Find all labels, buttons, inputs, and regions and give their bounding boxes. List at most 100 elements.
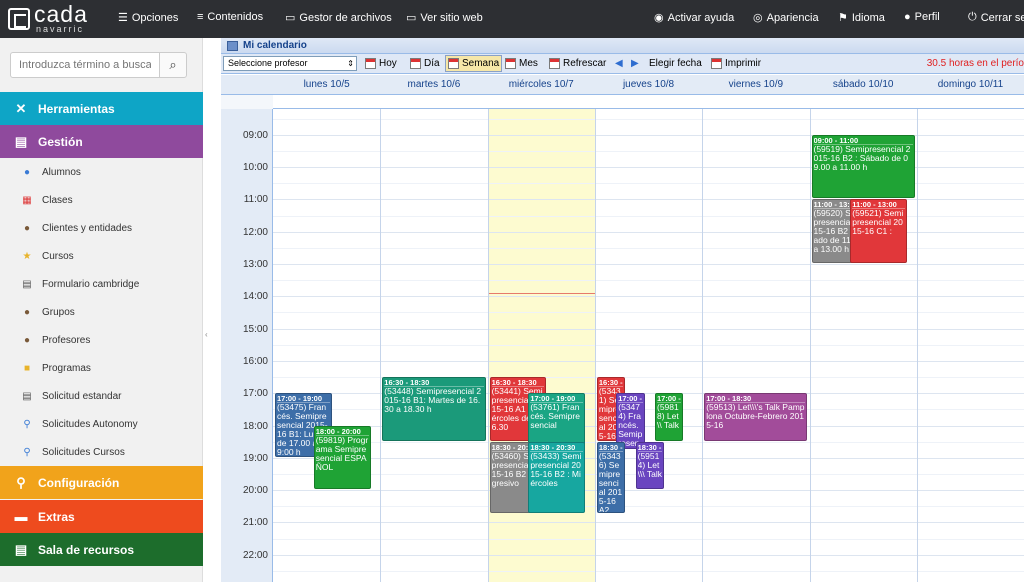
- hour-gridline: [273, 490, 1024, 492]
- profesor-select-value: Seleccione profesor: [228, 58, 308, 68]
- sidebar-item-grupos[interactable]: ● Grupos: [0, 298, 203, 326]
- calendar-event[interactable]: 17:00 - 18:30(59818) Let\\ Talk: [655, 393, 684, 441]
- section-extras[interactable]: ▬ Extras: [0, 500, 203, 533]
- calendar-event[interactable]: 18:00 - 20:00 (59819) Programa Semipresen…: [313, 425, 371, 490]
- calendar-title: Mi calendario: [243, 40, 307, 51]
- next-week-button[interactable]: ▶: [629, 55, 641, 72]
- tools-icon: ✕: [15, 100, 27, 116]
- day-header[interactable]: miércoles 10/7: [488, 75, 595, 95]
- sidebar-item-label: Cursos: [42, 250, 74, 262]
- collapse-sidebar-icon[interactable]: ‹: [205, 330, 208, 339]
- folder-icon: ■: [23, 362, 31, 374]
- cada-logo[interactable]: cada navarric: [8, 1, 94, 34]
- sidebar: ⌕ ✕ Herramientas ▤ Gestión ● Alumnos ▦ Clase…: [0, 38, 203, 582]
- profesor-select[interactable]: Seleccione profesor ⇕: [223, 56, 357, 71]
- section-label: Gestión: [38, 134, 83, 149]
- calendar-icon: [227, 41, 238, 51]
- day-header[interactable]: viernes 10/9: [702, 75, 809, 95]
- calendar-event[interactable]: 18:30 - 20:30 (53433) Semipresencial 2015…: [528, 441, 586, 514]
- event-time: 11:00 - 13:00: [852, 200, 906, 210]
- sidebar-item-label: Clases: [42, 194, 73, 206]
- menu-activar-ayuda[interactable]: ◉ Activar ayuda: [654, 11, 735, 25]
- hour-label: 18:00: [242, 420, 268, 432]
- button-label: Elegir fecha: [649, 58, 702, 69]
- imprimir-button[interactable]: Imprimir: [709, 55, 763, 72]
- hours-warning: 30.5 horas en el perío: [926, 58, 1024, 69]
- sidebar-item-solicitudes-cursos[interactable]: ⚲ Solicitudes Cursos: [0, 438, 203, 466]
- event-time: 18:00 - 20:00: [315, 427, 369, 436]
- refrescar-button[interactable]: Refrescar: [547, 55, 608, 72]
- hour-label: 12:00: [242, 226, 268, 238]
- calendar-toolbar: Seleccione profesor ⇕ Hoy Día Semana Mes …: [221, 54, 1024, 74]
- dia-button[interactable]: Día: [408, 55, 442, 72]
- day-divider: [594, 109, 596, 582]
- calendar-event[interactable]: 18:30 - 20:00(59514) Let\\\ Talk: [635, 441, 665, 490]
- menu-perfil[interactable]: ● Perfil: [904, 11, 940, 23]
- refresh-icon: [549, 58, 560, 69]
- section-gestion[interactable]: ▤ Gestión: [0, 125, 203, 158]
- section-sala-de-recursos[interactable]: ▤ Sala de recursos: [0, 533, 203, 566]
- button-label: Mes: [519, 58, 538, 69]
- calendar-event[interactable]: 17:00 - 18:45(53474) Francés. Semipresen…: [616, 393, 645, 449]
- day-header[interactable]: lunes 10/5: [273, 75, 380, 95]
- hour-gridline: [273, 312, 1024, 314]
- menu-opciones[interactable]: ☰ Opciones: [118, 11, 178, 25]
- sidebar-item-profesores[interactable]: ● Profesores: [0, 326, 203, 354]
- prev-week-button[interactable]: ◀: [613, 55, 625, 72]
- section-herramientas[interactable]: ✕ Herramientas: [0, 92, 203, 125]
- sidebar-item-clases[interactable]: ▦ Clases: [0, 186, 203, 214]
- sidebar-item-label: Solicitudes Autonomy: [42, 418, 138, 430]
- day-header[interactable]: domingo 10/11: [917, 75, 1024, 95]
- hour-gridline: [273, 199, 1024, 201]
- menu-idioma[interactable]: ⚑ Idioma: [838, 11, 885, 25]
- hour-gridline: [273, 360, 1024, 362]
- hour-label: 19:00: [242, 452, 268, 464]
- chat-icon: ▬: [14, 509, 28, 524]
- elegir-fecha-button[interactable]: Elegir fecha: [647, 55, 704, 72]
- sidebar-item-solicitudes-autonomy[interactable]: ⚲ Solicitudes Autonomy: [0, 410, 203, 438]
- sidebar-item-cursos[interactable]: ★ Cursos: [0, 242, 203, 270]
- sidebar-item-solicitud-estandar[interactable]: ▤ Solicitud estandar: [0, 382, 203, 410]
- hour-label: 22:00: [242, 549, 268, 561]
- hour-label: 13:00: [242, 259, 268, 271]
- calendar-event[interactable]: 17:00 - 18:30 (59513) Let\\\'s Talk Pampl…: [704, 393, 808, 441]
- day-header[interactable]: sábado 10/10: [810, 75, 917, 95]
- calendar-event[interactable]: 16:30 - 18:30 (53448) Semipresencial 2015…: [382, 377, 486, 441]
- sidebar-item-programas[interactable]: ■ Programas: [0, 354, 203, 382]
- sidebar-item-clientes[interactable]: ● Clientes y entidades: [0, 214, 203, 242]
- event-time: 17:00 - 19:00: [530, 394, 584, 404]
- section-label: Sala de recursos: [38, 542, 135, 557]
- menu-gestor-archivos[interactable]: ▭ Gestor de archivos: [285, 11, 392, 25]
- sidebar-item-formulario-cambridge[interactable]: ▤ Formulario cambridge: [0, 270, 203, 298]
- all-day-row[interactable]: [273, 95, 1024, 109]
- search-button[interactable]: ⌕: [159, 52, 187, 78]
- calendar-event[interactable]: 09:00 - 11:00 (59519) Semipresencial 2015…: [811, 134, 915, 199]
- calendar-event[interactable]: 18:30 - 20:30(53436) Semipresencial 2015…: [596, 441, 626, 514]
- calendar-event[interactable]: 11:00 - 13:00 (59521) Semipresencial 2015…: [850, 199, 908, 264]
- brand-sub: navarric: [36, 24, 85, 34]
- menu-ver-sitio-web[interactable]: ▭ Ver sitio web: [406, 11, 483, 25]
- menu-apariencia[interactable]: ◎ Apariencia: [753, 11, 819, 25]
- hoy-button[interactable]: Hoy: [363, 55, 399, 72]
- menu-label: Activar ayuda: [667, 11, 735, 24]
- section-configuracion[interactable]: ⚲ Configuración: [0, 466, 203, 499]
- hour-gridline: [273, 118, 1024, 120]
- semana-button[interactable]: Semana: [445, 55, 503, 72]
- calendar-body[interactable]: 17:00 - 19:00 (53475) Francés. Semipresen…: [273, 109, 1024, 582]
- top-bar: cada navarric ☰ Opciones ≡ Contenidos ▭ Ges…: [0, 0, 1024, 38]
- event-text: (53436) Semipresencial 2015-16 A2: [598, 451, 623, 514]
- hour-label: 21:00: [242, 517, 268, 529]
- sidebar-item-alumnos[interactable]: ● Alumnos: [0, 158, 203, 186]
- arrow-right-icon: ▶: [631, 58, 639, 69]
- day-header[interactable]: jueves 10/8: [595, 75, 702, 95]
- menu-label: Cerrar ses: [980, 11, 1024, 24]
- day-header[interactable]: martes 10/6: [380, 75, 487, 95]
- search-input[interactable]: [10, 52, 160, 78]
- button-label: Refrescar: [563, 58, 607, 69]
- event-text: (59818) Let\\ Talk: [657, 403, 680, 431]
- flag-icon: ⚑: [838, 12, 848, 24]
- menu-cerrar-sesion[interactable]: ⏻Cerrar ses: [968, 11, 1024, 24]
- mes-button[interactable]: Mes: [503, 55, 540, 72]
- menu-contenidos[interactable]: ≡ Contenidos: [197, 11, 263, 23]
- hour-gridline: [273, 247, 1024, 249]
